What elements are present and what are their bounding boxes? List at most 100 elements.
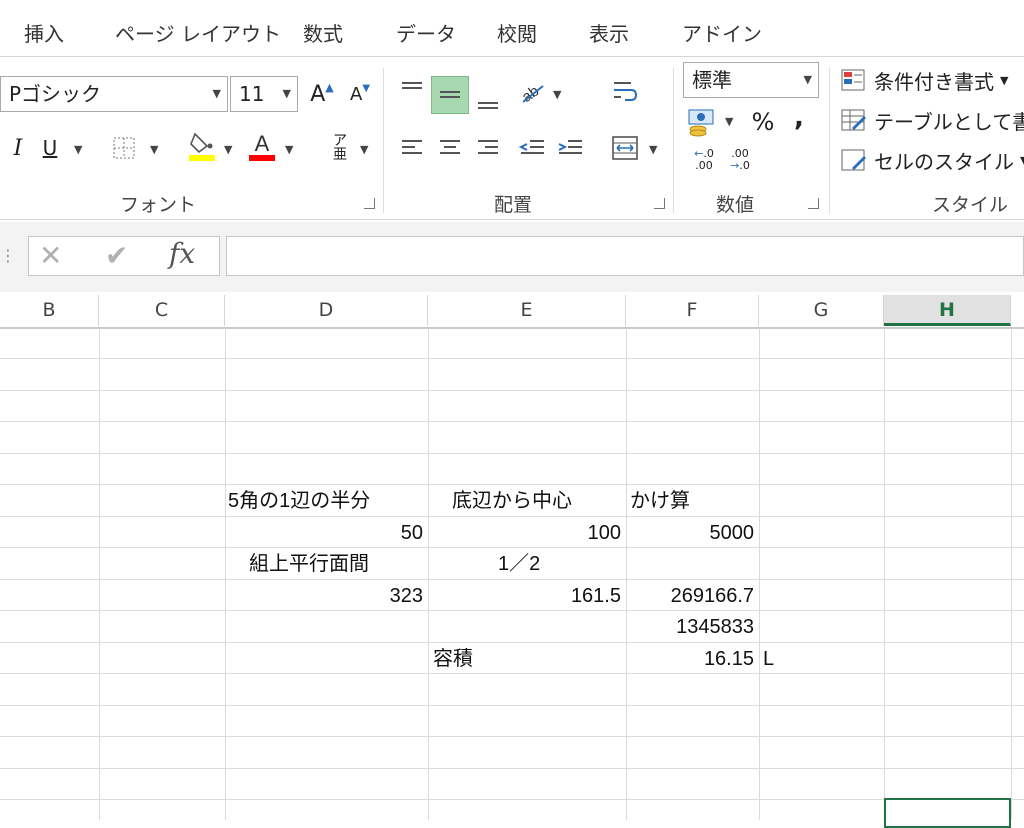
group-label-font: フォント <box>120 194 197 216</box>
cell-f10[interactable]: 1345833 <box>628 612 754 643</box>
insert-function-icon[interactable]: fx <box>169 237 195 270</box>
cell-d7[interactable]: 50 <box>228 518 423 549</box>
cell-f6[interactable]: かけ算 <box>630 486 690 517</box>
cell-f7[interactable]: 5000 <box>628 518 755 549</box>
cell-e7[interactable]: 100 <box>430 518 621 549</box>
selected-cell-h[interactable] <box>884 798 1011 828</box>
cell-d6[interactable]: 5角の1辺の半分 <box>228 486 370 517</box>
align-right-icon[interactable] <box>470 130 506 166</box>
align-center-icon[interactable] <box>432 130 468 166</box>
font-color-icon[interactable]: A <box>244 128 280 164</box>
number-format-value: 標準 <box>692 68 732 92</box>
chevron-down-icon[interactable]: ▼ <box>553 88 561 101</box>
dialog-launcher-icon[interactable] <box>364 198 375 209</box>
cell-e8[interactable]: 1／2 <box>498 549 540 580</box>
chevron-down-icon[interactable]: ▼ <box>360 143 368 156</box>
cell-g11[interactable]: L <box>763 644 774 675</box>
cell-e6[interactable]: 底辺から中心 <box>452 486 572 517</box>
grid-line <box>0 358 1024 359</box>
column-header-c[interactable]: C <box>99 295 225 326</box>
cell-d9[interactable]: 323 <box>228 581 423 612</box>
grid-line <box>0 673 1024 674</box>
chevron-down-icon: ▼ <box>1000 74 1009 87</box>
shrink-font-icon[interactable]: A ▼ <box>342 76 378 112</box>
grid-line <box>225 328 226 820</box>
tab-addins[interactable]: アドイン <box>682 18 762 47</box>
conditional-formatting-button[interactable]: 条件付き書式 ▼ <box>840 66 1008 95</box>
grip-dots-icon[interactable]: ⋮ <box>0 246 16 265</box>
font-size-combo[interactable]: 11 ▼ <box>230 76 298 112</box>
formula-buttons: ✕ ✔ fx <box>28 236 220 276</box>
chevron-down-icon[interactable]: ▼ <box>150 143 158 156</box>
cell-f11[interactable]: 16.15 <box>628 644 754 675</box>
dialog-launcher-icon[interactable] <box>808 198 819 209</box>
merge-center-icon[interactable] <box>607 130 643 166</box>
cell-e9[interactable]: 161.5 <box>430 581 621 612</box>
column-header-f[interactable]: F <box>626 295 759 326</box>
formula-input[interactable] <box>226 236 1024 276</box>
font-name-combo[interactable]: Pゴシック ▼ <box>0 76 228 112</box>
grid-line <box>0 642 1024 643</box>
cell-e11[interactable]: 容積 <box>433 644 473 675</box>
format-as-table-icon <box>841 109 866 130</box>
column-header-next[interactable] <box>1011 295 1024 326</box>
grow-font-icon[interactable]: A ▲ <box>304 76 340 112</box>
column-header-e[interactable]: E <box>428 295 626 326</box>
grid-line <box>626 328 627 820</box>
decrease-indent-icon[interactable] <box>514 130 550 166</box>
chevron-down-icon[interactable]: ▼ <box>74 143 82 156</box>
column-header-g[interactable]: G <box>759 295 884 326</box>
align-left-icon[interactable] <box>394 130 430 166</box>
fill-color-icon[interactable] <box>184 128 220 164</box>
grid-line <box>0 453 1024 454</box>
grid-line <box>0 736 1024 737</box>
increase-decimal-icon[interactable]: ←.0.00 <box>686 142 722 178</box>
chevron-down-icon[interactable]: ▼ <box>725 115 733 128</box>
tab-formulas[interactable]: 数式 <box>303 18 343 47</box>
group-separator <box>673 68 674 213</box>
grid-line <box>0 421 1024 422</box>
number-format-combo[interactable]: 標準 ▼ <box>683 62 819 98</box>
tab-view[interactable]: 表示 <box>589 18 629 47</box>
cell-styles-button[interactable]: セルのスタイル ▼ <box>840 146 1024 175</box>
column-header-b[interactable]: B <box>0 295 99 326</box>
dialog-launcher-icon[interactable] <box>654 198 665 209</box>
cancel-icon[interactable]: ✕ <box>39 239 62 272</box>
tab-page-layout[interactable]: ページ レイアウト <box>115 18 281 47</box>
underline-icon[interactable]: U <box>32 130 68 166</box>
font-size-value: 11 <box>239 82 265 106</box>
chevron-down-icon[interactable]: ▼ <box>224 143 232 156</box>
format-as-table-button[interactable]: テーブルとして書式 <box>840 106 1024 135</box>
align-bottom-icon[interactable] <box>470 82 506 118</box>
cell-styles-label: セルのスタイル <box>874 150 1014 174</box>
italic-icon[interactable]: I <box>0 130 36 166</box>
chevron-down-icon[interactable]: ▼ <box>649 143 657 156</box>
currency-icon[interactable] <box>684 104 720 140</box>
chevron-down-icon[interactable]: ▼ <box>804 63 812 97</box>
tab-insert[interactable]: 挿入 <box>24 18 64 47</box>
enter-icon[interactable]: ✔ <box>105 239 128 272</box>
chevron-down-icon[interactable]: ▼ <box>213 77 221 111</box>
percent-icon[interactable]: % <box>745 104 781 140</box>
cell-f9[interactable]: 269166.7 <box>628 581 754 612</box>
cell-styles-icon <box>841 149 866 170</box>
border-icon[interactable] <box>106 130 142 166</box>
column-header-d[interactable]: D <box>225 295 428 326</box>
tab-data[interactable]: データ <box>396 18 456 47</box>
orientation-icon[interactable]: ab <box>514 74 550 110</box>
font-name-value: Pゴシック <box>9 82 102 106</box>
cell-d8[interactable]: 組上平行面間 <box>249 549 369 580</box>
tab-review[interactable]: 校閲 <box>497 18 537 47</box>
align-middle-icon[interactable] <box>431 76 469 114</box>
column-header-h[interactable]: H <box>884 295 1011 326</box>
wrap-text-icon[interactable] <box>607 74 643 110</box>
increase-indent-icon[interactable] <box>552 130 588 166</box>
comma-style-icon[interactable]: , <box>781 100 817 136</box>
phonetic-icon[interactable]: ア亜 <box>322 130 358 166</box>
chevron-down-icon[interactable]: ▼ <box>285 143 293 156</box>
conditional-formatting-label: 条件付き書式 <box>874 70 994 94</box>
decrease-decimal-icon[interactable]: .00 →.0 <box>722 142 758 178</box>
align-top-icon[interactable] <box>394 72 430 108</box>
chevron-down-icon[interactable]: ▼ <box>283 77 291 111</box>
chevron-down-icon: ▼ <box>1020 154 1024 167</box>
